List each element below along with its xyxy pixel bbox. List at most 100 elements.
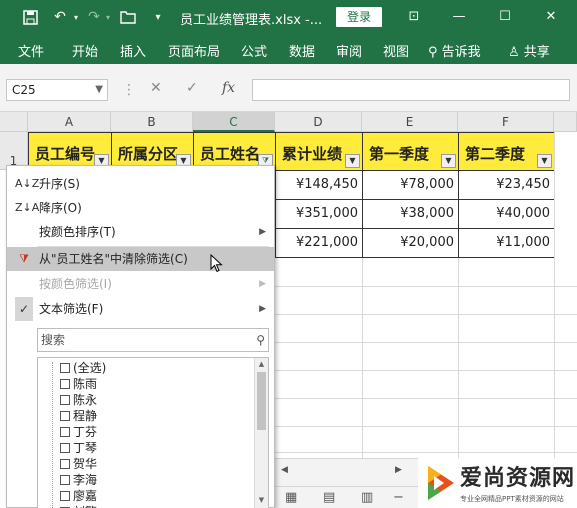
list-item[interactable]: 陈永 — [60, 392, 97, 408]
normal-view-icon[interactable]: ▦ — [285, 490, 297, 505]
filter-dropdown-icon[interactable]: ▼ — [345, 154, 360, 168]
splitter-icon[interactable]: ⋮ — [122, 82, 136, 98]
ribbon-tabs: 文件 开始 插入 页面布局 公式 数据 审阅 视图 ⚲ 告诉我 ♙ 共享 — [0, 34, 577, 64]
clear-filter-label: 从"员工姓名"中清除筛选(C) — [39, 252, 188, 266]
gridline — [275, 426, 577, 427]
header-cell-total-sales[interactable]: 累计业绩 ▼ — [275, 132, 363, 171]
list-item[interactable]: 廖嘉 — [60, 488, 97, 504]
list-item-select-all[interactable]: (全选) — [60, 360, 106, 376]
filter-values-list: (全选) 陈雨 陈永 程静 丁芬 丁琴 贺华 李海 廖嘉 刘繁 ▲ ▼ — [37, 357, 269, 508]
sort-descending-item[interactable]: Z↓A 降序(O) — [7, 196, 274, 220]
checkbox[interactable] — [60, 379, 70, 389]
watermark-logo-icon — [428, 466, 454, 500]
filter-dropdown-icon[interactable]: ▼ — [537, 154, 552, 168]
filter-dropdown-icon[interactable]: ▼ — [441, 154, 456, 168]
cell-q1[interactable]: ¥20,000 — [362, 228, 459, 258]
header-cell-text: 员工编号 — [35, 145, 96, 163]
enter-icon[interactable]: ✓ — [186, 80, 198, 96]
login-button[interactable]: 登录 — [336, 7, 382, 27]
sort-ascending-item[interactable]: A↓Z 升序(S) — [7, 172, 274, 196]
scroll-left-icon[interactable]: ◀ — [281, 465, 288, 475]
cell-total-sales[interactable]: ¥351,000 — [275, 199, 363, 229]
undo-dropdown-icon[interactable]: ▾ — [66, 7, 86, 27]
clear-filter-item[interactable]: ⧩ 从"员工姓名"中清除筛选(C) — [7, 247, 274, 271]
text-filter-item[interactable]: ✓ 文本筛选(F) ▶ — [7, 297, 274, 321]
cell-total-sales[interactable]: ¥221,000 — [275, 228, 363, 258]
checkbox[interactable] — [60, 363, 70, 373]
tab-data[interactable]: 数据 — [289, 41, 315, 60]
column-header-a[interactable]: A — [28, 112, 111, 132]
sort-by-color-item[interactable]: 按颜色排序(T) ▶ — [7, 220, 274, 244]
search-placeholder: 搜索 — [41, 333, 66, 347]
checkbox[interactable] — [60, 443, 70, 453]
tree-connector — [52, 362, 53, 508]
column-header-d[interactable]: D — [275, 112, 362, 132]
insert-function-icon[interactable]: fx — [222, 80, 235, 96]
column-header-c[interactable]: C — [193, 112, 275, 132]
cell-q2[interactable]: ¥11,000 — [458, 228, 555, 258]
header-cell-q2[interactable]: 第二季度 ▼ — [458, 132, 555, 171]
column-header-overflow[interactable] — [554, 112, 577, 132]
cell-q1[interactable]: ¥38,000 — [362, 199, 459, 229]
tab-insert[interactable]: 插入 — [120, 41, 146, 60]
header-cell-text: 员工姓名 — [200, 145, 261, 163]
tab-review[interactable]: 审阅 — [336, 41, 362, 60]
list-item[interactable]: 程静 — [60, 408, 97, 424]
list-item[interactable]: 丁琴 — [60, 440, 97, 456]
maximize-icon[interactable]: ☐ — [494, 6, 516, 28]
zoom-out-icon[interactable]: − — [393, 490, 404, 505]
cell-q1[interactable]: ¥78,000 — [362, 170, 459, 200]
scroll-up-icon[interactable]: ▲ — [255, 360, 268, 368]
name-box[interactable]: C25 ▼ — [6, 79, 108, 101]
filter-search-input[interactable]: 搜索 ⚲ — [37, 328, 269, 352]
tab-file[interactable]: 文件 — [18, 41, 44, 60]
cell-q2[interactable]: ¥23,450 — [458, 170, 555, 200]
ribbon-options-icon[interactable]: ⊡ — [403, 6, 425, 28]
submenu-arrow-icon: ▶ — [259, 227, 266, 237]
list-item[interactable]: 李海 — [60, 472, 97, 488]
column-header-b[interactable]: B — [111, 112, 193, 132]
search-icon[interactable]: ⚲ — [256, 329, 265, 351]
tab-home[interactable]: 开始 — [72, 41, 98, 60]
share-button[interactable]: ♙ 共享 — [508, 41, 550, 60]
checkbox[interactable] — [60, 395, 70, 405]
scroll-down-icon[interactable]: ▼ — [255, 496, 268, 504]
sort-ascending-label: 升序(S) — [39, 177, 80, 191]
list-item[interactable]: 陈雨 — [60, 376, 97, 392]
list-item[interactable]: 贺华 — [60, 456, 97, 472]
list-item[interactable]: 丁芬 — [60, 424, 97, 440]
checkbox[interactable] — [60, 427, 70, 437]
checkbox[interactable] — [60, 475, 70, 485]
formula-bar: C25 ▼ ⋮ ✕ ✓ fx — [0, 64, 577, 112]
scroll-right-icon[interactable]: ▶ — [395, 465, 402, 475]
column-header-e[interactable]: E — [362, 112, 458, 132]
list-scrollbar[interactable]: ▲ ▼ — [254, 358, 268, 508]
redo-dropdown-icon[interactable]: ▾ — [98, 7, 118, 27]
page-break-view-icon[interactable]: ▥ — [361, 490, 373, 505]
scrollbar-thumb[interactable] — [257, 372, 266, 430]
header-cell-text: 累计业绩 — [282, 145, 343, 163]
tab-page-layout[interactable]: 页面布局 — [168, 41, 220, 60]
cancel-icon[interactable]: ✕ — [150, 80, 162, 96]
submenu-arrow-icon: ▶ — [259, 304, 266, 314]
tell-me-box[interactable]: ⚲ 告诉我 — [428, 41, 481, 60]
customize-icon[interactable]: ▾ — [148, 7, 168, 27]
checkbox[interactable] — [60, 491, 70, 501]
close-icon[interactable]: ✕ — [540, 6, 562, 28]
cell-q2[interactable]: ¥40,000 — [458, 199, 555, 229]
save-icon[interactable] — [20, 7, 40, 27]
checkbox[interactable] — [60, 411, 70, 421]
formula-input[interactable] — [252, 79, 570, 101]
header-cell-q1[interactable]: 第一季度 ▼ — [362, 132, 459, 171]
tab-formulas[interactable]: 公式 — [241, 41, 267, 60]
list-item[interactable]: 刘繁 — [60, 504, 97, 508]
tab-view[interactable]: 视图 — [383, 41, 409, 60]
open-folder-icon[interactable] — [118, 7, 138, 27]
minimize-icon[interactable]: — — [448, 6, 470, 28]
select-all-corner[interactable] — [0, 112, 28, 132]
chevron-down-icon[interactable]: ▼ — [95, 80, 103, 100]
cell-total-sales[interactable]: ¥148,450 — [275, 170, 363, 200]
column-header-f[interactable]: F — [458, 112, 554, 132]
page-layout-view-icon[interactable]: ▤ — [323, 490, 335, 505]
checkbox[interactable] — [60, 459, 70, 469]
